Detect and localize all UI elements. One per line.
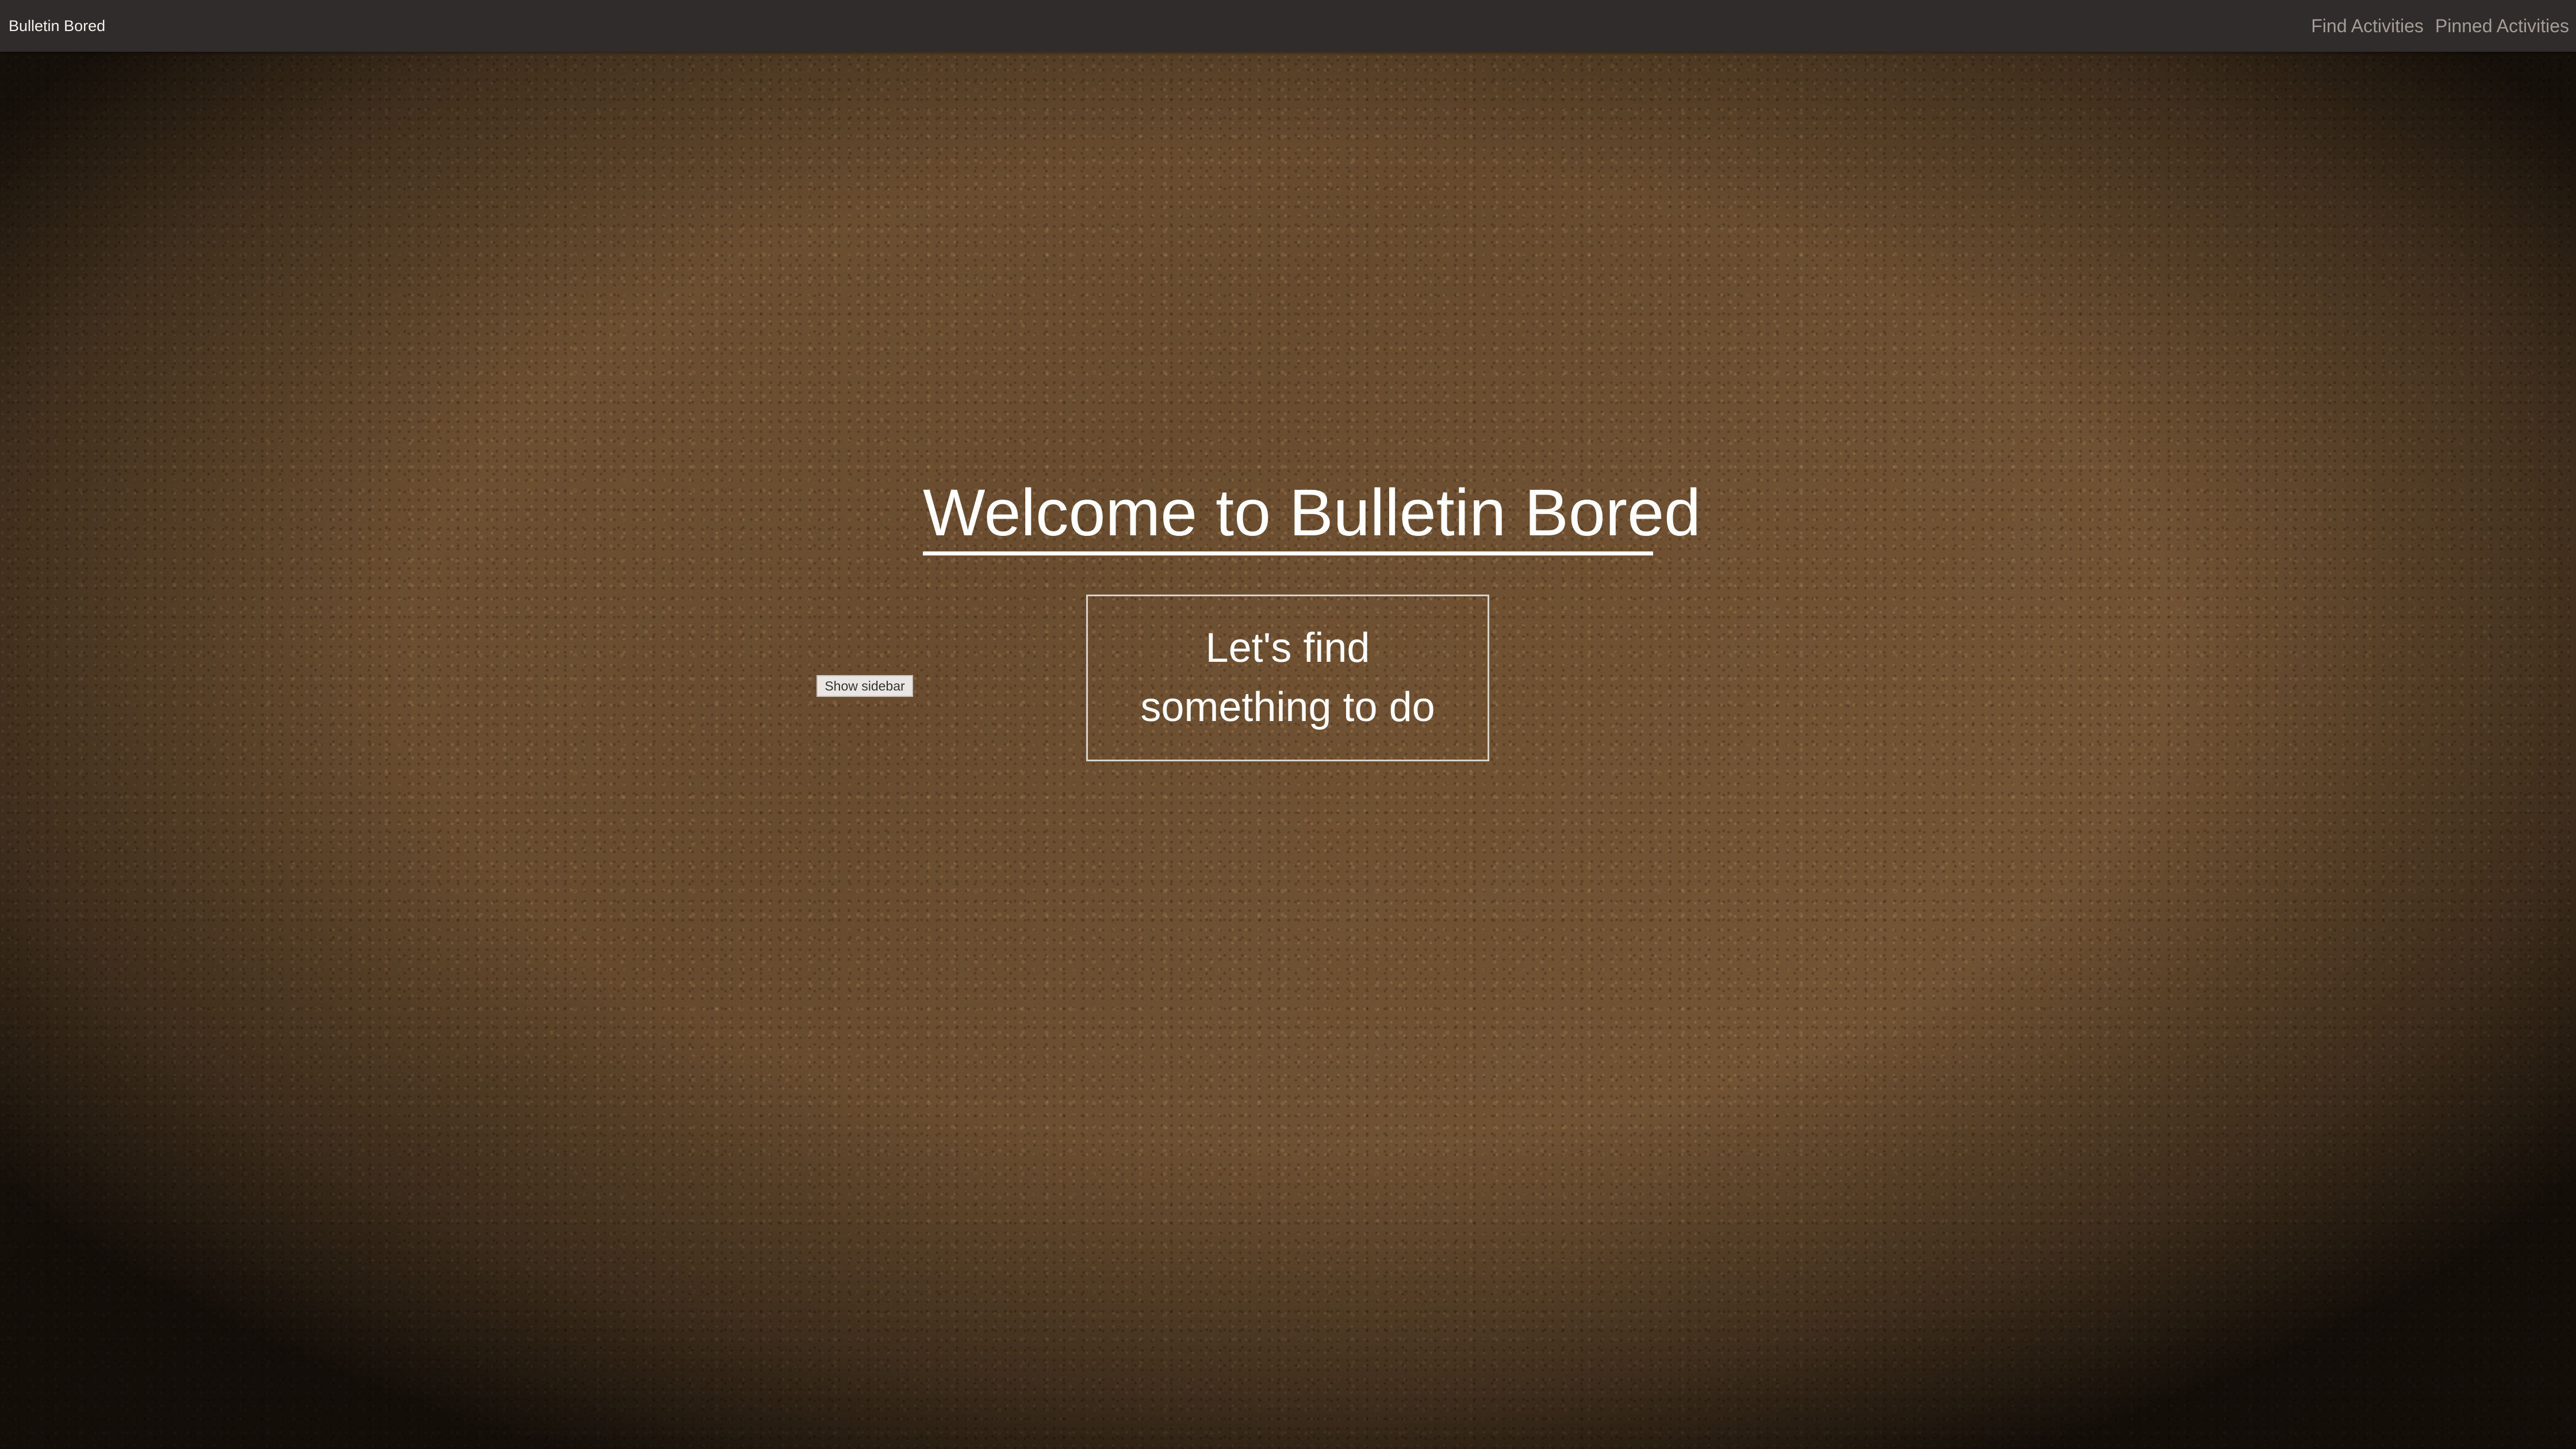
nav-links: Find Activities Pinned Activities <box>2299 0 2569 52</box>
show-sidebar-button[interactable]: Show sidebar <box>816 675 913 697</box>
nav-link-pinned-activities[interactable]: Pinned Activities <box>2435 16 2569 37</box>
page-title: Welcome to Bulletin Bored <box>923 470 1701 555</box>
find-activity-button[interactable]: Let's find something to do <box>1086 595 1489 761</box>
brand-link[interactable]: Bulletin Bored <box>9 0 105 52</box>
top-navbar: Bulletin Bored Find Activities Pinned Ac… <box>0 0 2576 52</box>
nav-link-find-activities[interactable]: Find Activities <box>2311 16 2424 37</box>
find-activity-label: Let's find something to do <box>1140 625 1435 730</box>
